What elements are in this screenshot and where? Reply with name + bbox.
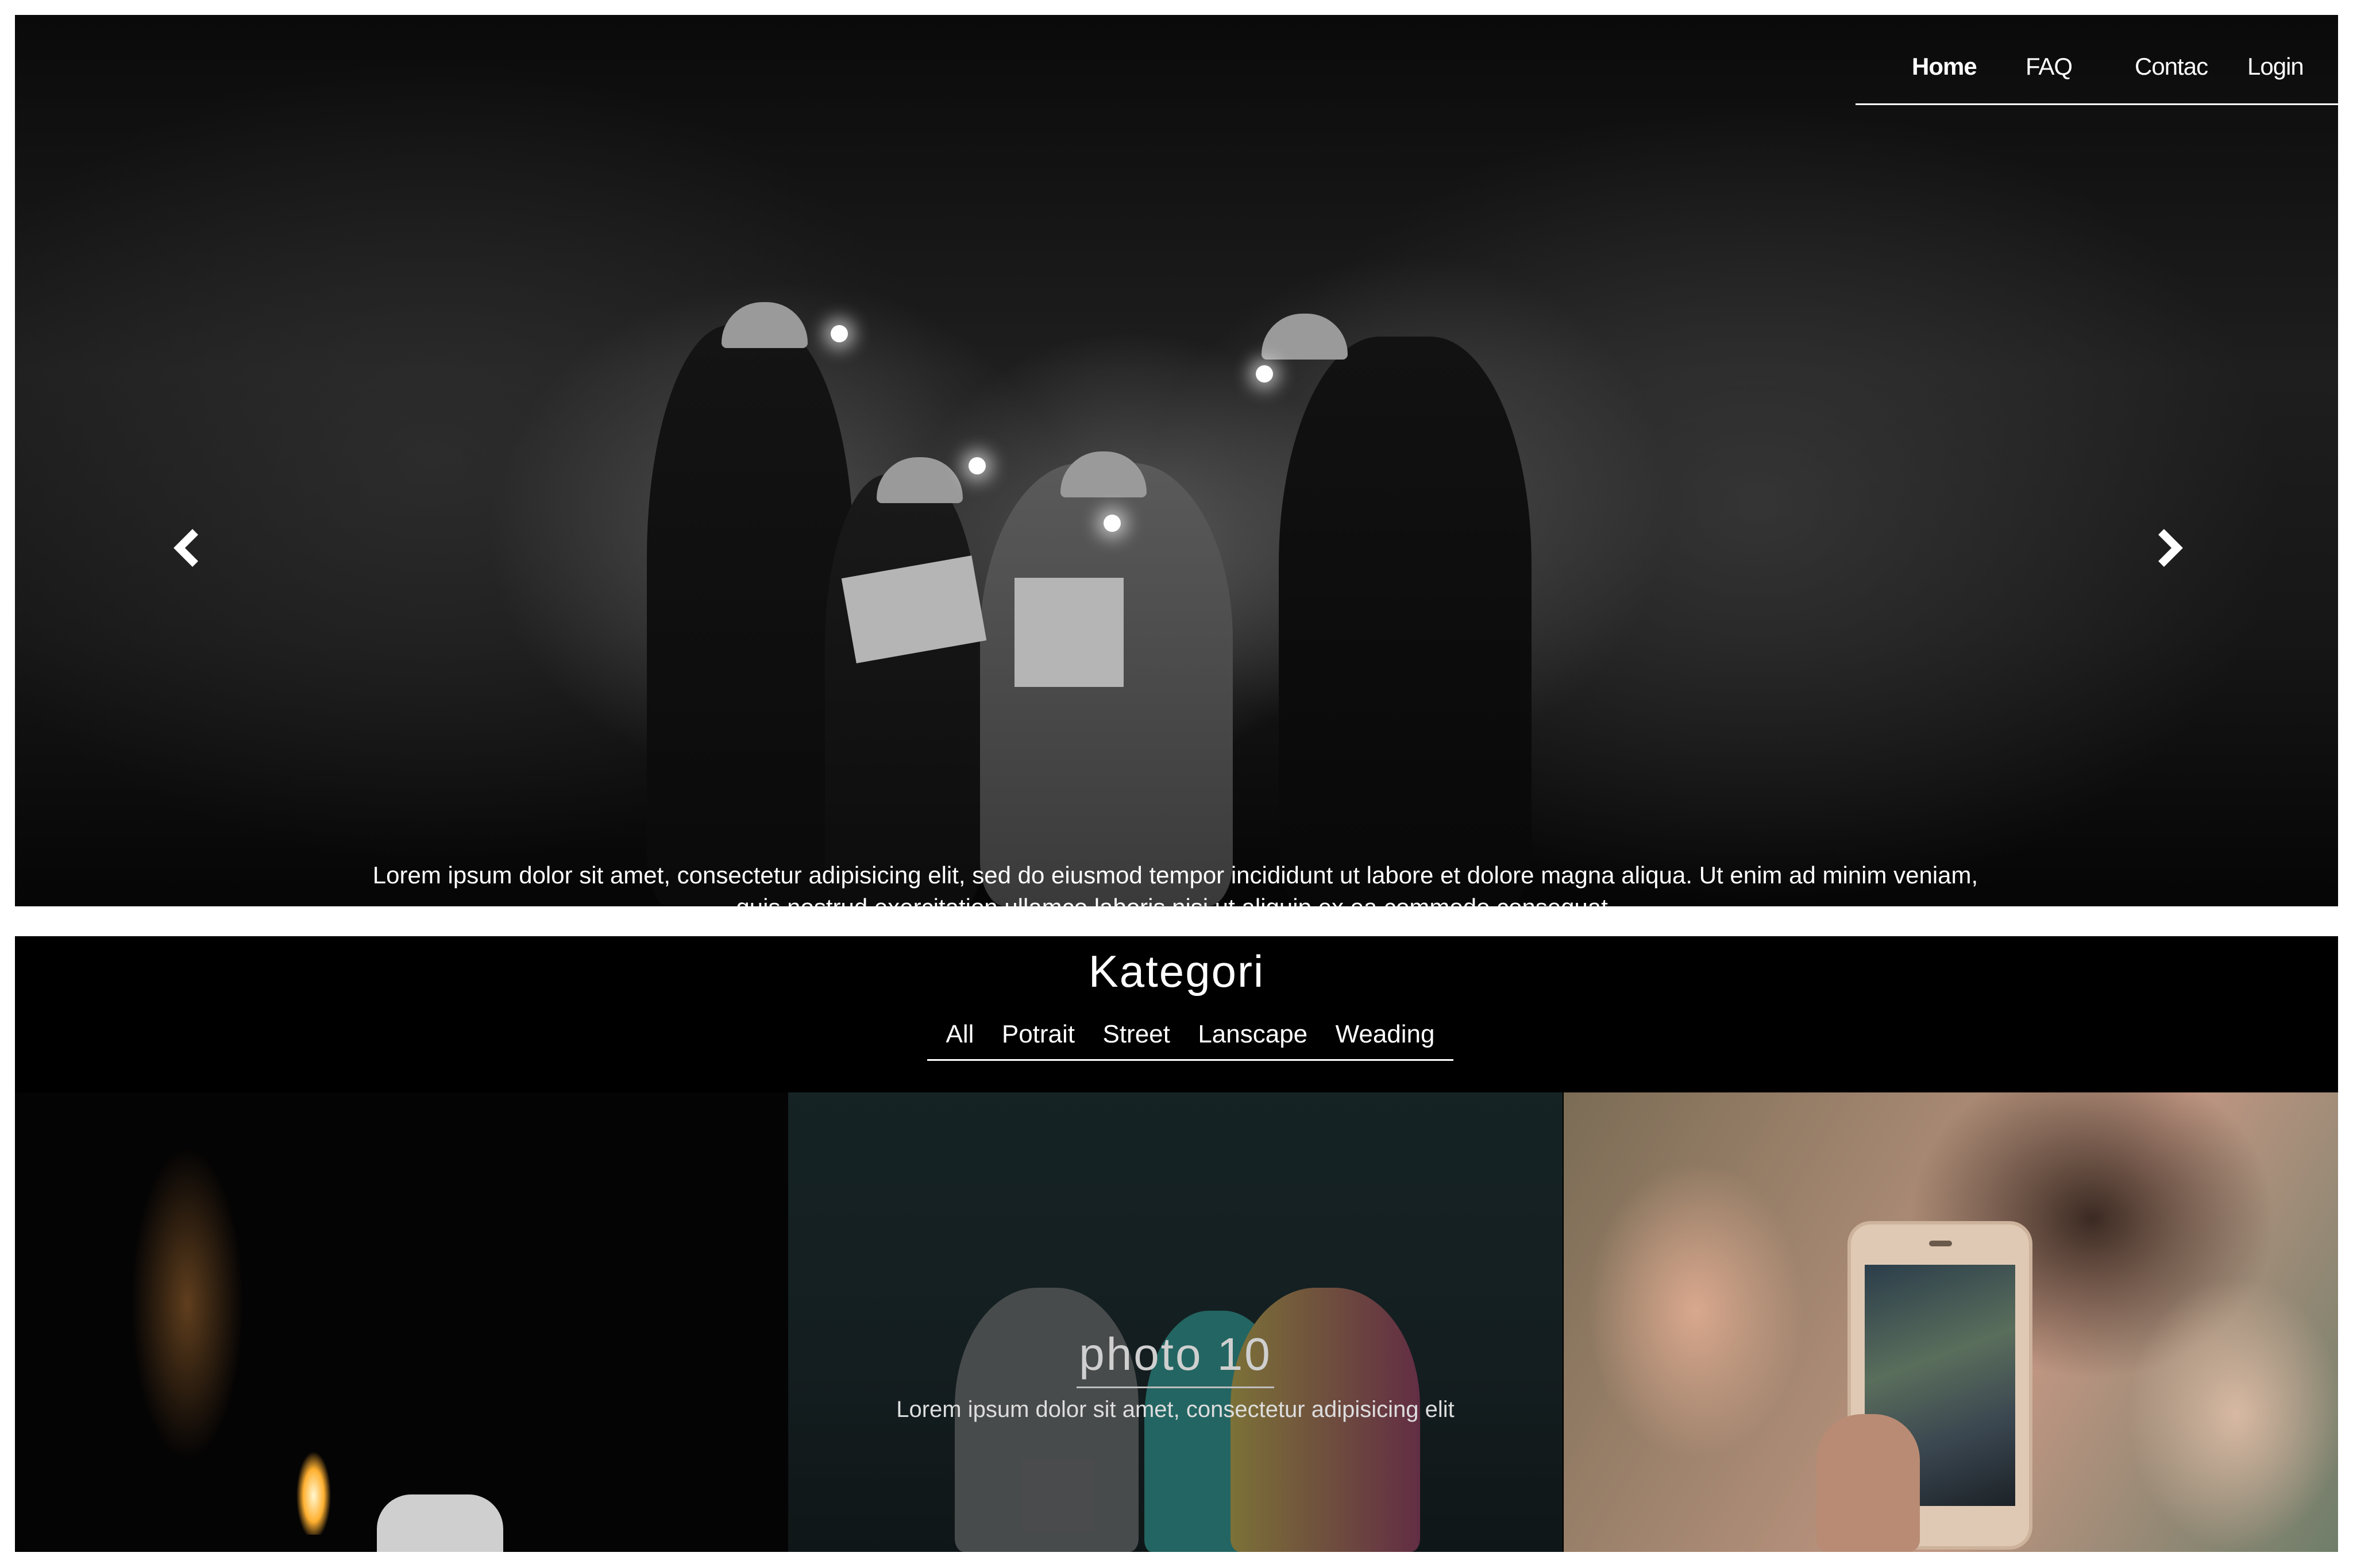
filter-street[interactable]: Street (1102, 1020, 1170, 1049)
photo-title: photo 10 (1079, 1328, 1272, 1380)
filter-all[interactable]: All (946, 1020, 974, 1049)
filter-lanscape[interactable]: Lanscape (1198, 1020, 1307, 1049)
chevron-right-icon (2158, 529, 2183, 567)
caver-figure (1279, 337, 1532, 906)
category-filter-bar: All Potrait Street Lanscape Weading (927, 1005, 1453, 1061)
phone-speaker (1929, 1241, 1952, 1246)
helmet (877, 457, 963, 503)
carousel-next-button[interactable] (2152, 525, 2186, 571)
helmet (1262, 314, 1348, 360)
helmet (1060, 451, 1147, 497)
headlamp (1104, 515, 1121, 532)
headlamp (969, 457, 986, 474)
photo-title-divider (1077, 1387, 1274, 1388)
photo-description: Lorem ipsum dolor sit amet, consectetur … (896, 1397, 1455, 1422)
headlamp (1256, 365, 1273, 383)
filter-weading[interactable]: Weading (1336, 1020, 1435, 1049)
slide-caption: Lorem ipsum dolor sit amet, consectetur … (372, 862, 1978, 906)
filter-potrait[interactable]: Potrait (1002, 1020, 1075, 1049)
gallery-tile[interactable] (1564, 1092, 2338, 1552)
nav-contact-link[interactable]: Contac (2135, 53, 2208, 80)
paper-sheet (1015, 578, 1124, 687)
lamp-glow (113, 1138, 262, 1552)
headlamp (831, 325, 848, 342)
hero-image (15, 15, 2338, 906)
category-gallery: Kategori All Potrait Street Lanscape Wea… (15, 936, 2338, 1552)
carousel-prev-button[interactable] (170, 525, 205, 571)
person-silhouette (377, 1494, 503, 1552)
category-heading: Kategori (1088, 946, 1265, 997)
gallery-tile-featured[interactable]: photo 10 Lorem ipsum dolor sit amet, con… (788, 1092, 1563, 1552)
nav-faq-link[interactable]: FAQ (2026, 53, 2073, 80)
nav-home-link[interactable]: Home (1912, 53, 1977, 80)
blurred-face (2127, 1276, 2338, 1552)
top-navigation: Home FAQ Contac Login (1856, 32, 2338, 105)
tile-overlay (788, 1092, 1563, 1552)
hand (1816, 1414, 1920, 1552)
flame (291, 1437, 337, 1535)
blurred-face (1587, 1161, 1805, 1460)
caver-figure (825, 474, 980, 906)
helmet (722, 302, 808, 348)
gallery-tile[interactable] (15, 1092, 789, 1552)
nav-login-link[interactable]: Login (2247, 53, 2304, 80)
hero-slider: Home FAQ Contac Login Lorem ipsum dolor … (15, 15, 2338, 906)
caver-figure (647, 325, 854, 906)
chevron-left-icon (173, 529, 198, 567)
